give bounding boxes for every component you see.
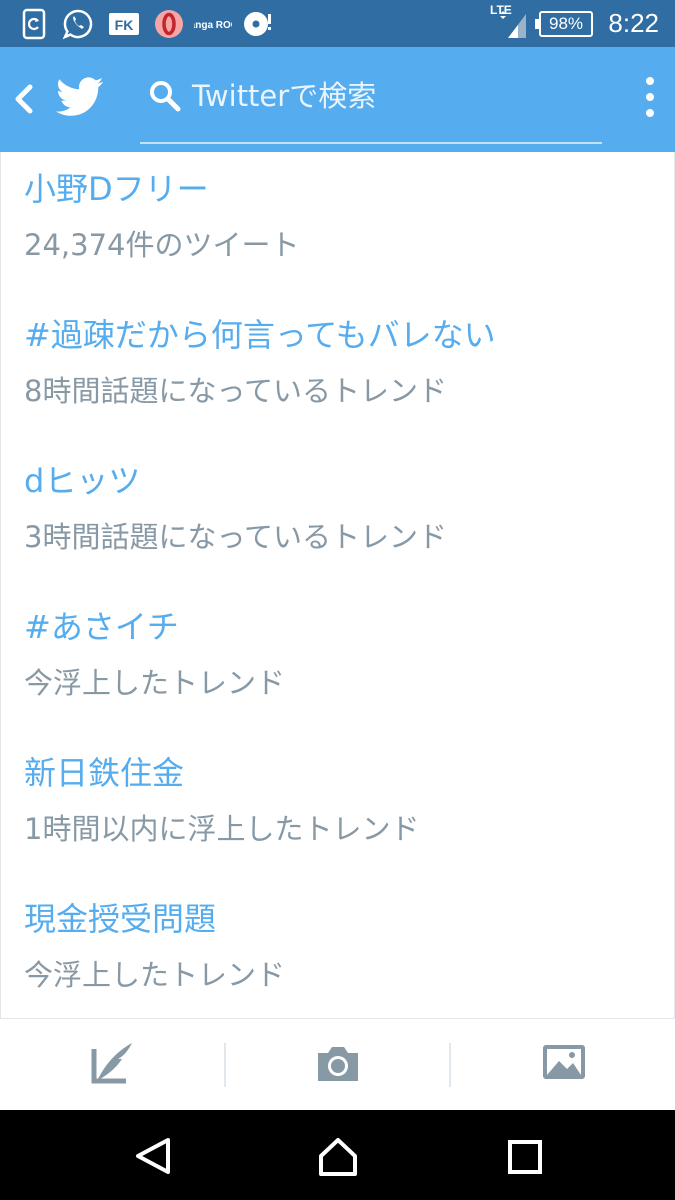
manga-rock-icon: manga ROCK: [194, 20, 232, 31]
home-icon[interactable]: [315, 1134, 361, 1178]
search-icon: [150, 81, 181, 112]
app-bar: Twitterで検索: [0, 47, 675, 152]
trend-item[interactable]: dヒッツ 3時間話題になっているトレンド: [1, 456, 675, 586]
search-input[interactable]: Twitterで検索: [192, 73, 376, 119]
overflow-dot-icon: [646, 93, 654, 101]
trend-meta: 1時間以内に浮上したトレンド: [24, 812, 420, 846]
status-bar: FK manga ROCK LTE 98% 8:22: [0, 0, 675, 47]
system-navigation-bar: [0, 1110, 675, 1200]
trend-meta: 3時間話題になっているトレンド: [24, 520, 448, 554]
trend-title: 新日鉄住金: [24, 754, 185, 792]
trend-title: 現金授受問題: [24, 900, 217, 938]
manga-rock-label: manga ROCK: [194, 20, 232, 31]
refresh-app-icon: [22, 8, 46, 40]
camera-icon[interactable]: [314, 1041, 362, 1085]
gallery-icon[interactable]: [540, 1041, 588, 1085]
recents-icon[interactable]: [502, 1134, 548, 1178]
trends-list: 小野Dフリー 24,374件のツイート #過疎だから何言ってもバレない 8時間話…: [0, 152, 675, 1018]
trend-item[interactable]: #過疎だから何言ってもバレない 8時間話題になっているトレンド: [1, 310, 675, 440]
overflow-menu-button[interactable]: [643, 77, 657, 121]
back-triangle-icon[interactable]: [130, 1134, 176, 1178]
signal-icon: [500, 11, 526, 38]
trend-item[interactable]: 小野Dフリー 24,374件のツイート: [1, 164, 675, 294]
trend-meta: 24,374件のツイート: [24, 228, 300, 262]
twitter-bird-icon[interactable]: [56, 75, 104, 119]
trend-item[interactable]: 新日鉄住金 1時間以内に浮上したトレンド: [1, 748, 675, 878]
toolbar-divider: [224, 1043, 226, 1087]
bottom-toolbar: [0, 1018, 675, 1111]
trend-title: #過疎だから何言ってもバレない: [24, 316, 496, 354]
music-icon: [244, 12, 271, 36]
trend-item[interactable]: 現金授受問題 今浮上したトレンド: [1, 894, 675, 1024]
trend-meta: 8時間話題になっているトレンド: [24, 374, 448, 408]
trend-title: dヒッツ: [24, 462, 141, 500]
fk-app-icon: FK: [109, 13, 139, 35]
trend-meta: 今浮上したトレンド: [24, 666, 286, 700]
compose-icon[interactable]: [88, 1041, 136, 1085]
overflow-dot-icon: [646, 77, 654, 85]
clock: 8:22: [608, 8, 659, 38]
back-arrow-icon[interactable]: [6, 79, 42, 119]
trend-title: #あさイチ: [24, 608, 179, 646]
whatsapp-icon: [62, 9, 93, 40]
search-field[interactable]: Twitterで検索: [140, 65, 602, 144]
toolbar-divider: [449, 1043, 451, 1087]
fk-app-label: FK: [115, 17, 134, 33]
opera-icon: [155, 10, 183, 38]
battery-indicator: 98%: [535, 11, 593, 37]
trend-title: 小野Dフリー: [24, 170, 209, 208]
trend-meta: 今浮上したトレンド: [24, 958, 286, 992]
trend-item[interactable]: #あさイチ 今浮上したトレンド: [1, 602, 675, 732]
overflow-dot-icon: [646, 109, 654, 117]
